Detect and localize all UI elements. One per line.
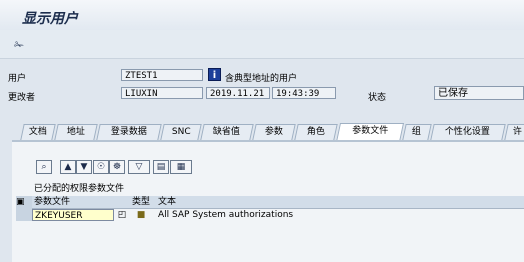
tab-personalization[interactable]: 个性化设置 — [430, 124, 506, 140]
user-field[interactable]: ZTEST1 — [121, 69, 203, 81]
column-header-profile[interactable]: 参数文件 — [32, 196, 130, 209]
print-icon[interactable]: ▤ — [153, 160, 169, 174]
layout-icon[interactable]: ▦ — [170, 160, 192, 174]
change-time-field: 19:43:39 — [272, 87, 336, 99]
find-icon[interactable]: ☉ — [93, 160, 109, 174]
toolbar-separator — [0, 58, 524, 59]
composite-profile-icon: ■ — [136, 210, 146, 220]
info-icon[interactable]: i — [208, 68, 221, 81]
tab-roles[interactable]: 角色 — [294, 124, 338, 140]
sort-descending-icon[interactable]: ▼ — [76, 160, 92, 174]
section-title: 已分配的权限参数文件 — [34, 184, 125, 194]
changed-by-label: 更改者 — [8, 93, 36, 103]
status-field: 已保存 — [434, 86, 524, 100]
profile-text-cell: All SAP System authorizations — [158, 210, 294, 220]
select-all-icon[interactable]: ▣ — [16, 196, 32, 210]
find-next-icon[interactable]: ☸ — [109, 160, 125, 174]
tab-address[interactable]: 地址 — [54, 124, 98, 140]
row-selector[interactable] — [16, 209, 32, 221]
column-header-type[interactable]: 类型 — [130, 196, 156, 209]
filter-icon[interactable]: ▽ — [128, 160, 150, 174]
changed-by-field: LIUXIN — [121, 87, 203, 99]
profile-cell[interactable]: ZKEYUSER — [32, 209, 114, 221]
tab-logon-data[interactable]: 登录数据 — [96, 124, 162, 140]
title-bar: 显示用户 — [0, 0, 524, 30]
page-title: 显示用户 — [22, 11, 78, 27]
sort-ascending-icon[interactable]: ▲ — [60, 160, 76, 174]
tab-groups[interactable]: 组 — [402, 124, 432, 140]
user-label: 用户 — [8, 74, 27, 84]
column-header-text[interactable]: 文本 — [156, 196, 524, 209]
user-description: 含典型地址的用户 — [225, 74, 298, 84]
details-icon[interactable]: ⌕ — [36, 160, 52, 174]
tab-license[interactable]: 许 — [504, 124, 524, 140]
status-label: 状态 — [368, 93, 387, 103]
tab-snc[interactable]: SNC — [160, 124, 202, 140]
tab-documentation[interactable]: 文档 — [20, 124, 56, 140]
glasses-icon[interactable]: ✁ — [14, 38, 24, 52]
tab-parameters[interactable]: 参数 — [252, 124, 296, 140]
tab-defaults[interactable]: 缺省值 — [200, 124, 254, 140]
possible-entries-icon[interactable]: ◰ — [116, 209, 128, 221]
change-date-field: 2019.11.21 — [206, 87, 270, 99]
toolbar — [0, 30, 524, 58]
